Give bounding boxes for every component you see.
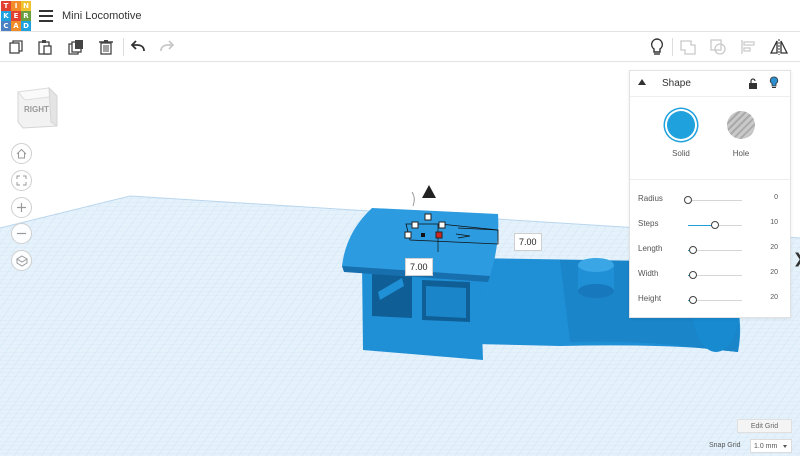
solid-label: Solid <box>672 149 690 158</box>
panel-toggle-icon[interactable]: ❯ <box>793 250 800 267</box>
edit-grid-button[interactable]: Edit Grid <box>737 419 792 433</box>
logo-letter: N <box>21 0 31 11</box>
property-steps-row: Steps 10 <box>630 218 790 232</box>
collapse-icon[interactable] <box>638 79 646 85</box>
chevron-down-icon <box>783 445 787 448</box>
mirror-icon[interactable] <box>769 37 789 57</box>
lock-icon[interactable] <box>748 77 758 95</box>
hole-label: Hole <box>732 149 750 158</box>
zoom-out-icon[interactable] <box>11 223 32 244</box>
property-value[interactable]: 20 <box>770 294 778 301</box>
hole-swatch[interactable] <box>727 111 755 139</box>
solid-option[interactable]: Solid <box>656 111 706 158</box>
snap-grid-label: Snap Grid <box>709 442 741 449</box>
property-label: Length <box>638 244 663 253</box>
shape-panel: Shape Solid Hole Radius 0 Steps 10 Length 20 W… <box>629 70 791 318</box>
toolbar-divider <box>123 38 124 56</box>
delete-icon[interactable] <box>96 37 116 57</box>
slider-track[interactable] <box>688 200 742 201</box>
slider-handle[interactable] <box>689 271 698 279</box>
property-value[interactable]: 0 <box>774 194 778 201</box>
property-width-row: Width 20 <box>630 268 790 282</box>
shape-type-selector: Solid Hole <box>630 111 790 161</box>
toolbar-divider <box>672 38 673 56</box>
property-value[interactable]: 10 <box>770 219 778 226</box>
toolbar <box>0 32 800 62</box>
ungroup-icon[interactable] <box>708 37 728 57</box>
perspective-icon[interactable] <box>11 250 32 271</box>
home-icon[interactable] <box>11 143 32 164</box>
snap-grid-value: 1.0 mm <box>754 442 778 450</box>
title-bar: TINKERCAD Mini Locomotive <box>0 0 800 32</box>
view-cube-face-label: RIGHT <box>24 105 49 114</box>
slider-handle[interactable] <box>689 296 698 304</box>
duplicate-icon[interactable] <box>66 37 86 57</box>
document-title[interactable]: Mini Locomotive <box>62 10 141 22</box>
width-dimension-label[interactable]: 7.00 <box>514 233 542 251</box>
property-height-row: Height 20 <box>630 293 790 307</box>
paste-icon[interactable] <box>35 37 55 57</box>
copy-icon[interactable] <box>6 37 26 57</box>
align-icon[interactable] <box>738 37 758 57</box>
logo-letter: E <box>11 10 21 21</box>
logo-letter: R <box>21 10 31 21</box>
tinkercad-logo[interactable]: TINKERCAD <box>1 0 31 31</box>
logo-letter: D <box>21 20 31 31</box>
hole-option[interactable]: Hole <box>716 111 766 158</box>
property-label: Steps <box>638 219 659 228</box>
slider-handle[interactable] <box>689 246 698 254</box>
view-cube[interactable]: RIGHT <box>15 82 61 130</box>
logo-letter: C <box>1 20 11 31</box>
shape-panel-title: Shape <box>662 78 691 89</box>
property-label: Radius <box>638 194 663 203</box>
length-dimension-label[interactable]: 7.00 <box>405 258 433 276</box>
design-list-icon[interactable] <box>39 9 53 22</box>
panel-divider <box>630 179 790 180</box>
snap-grid-select[interactable]: 1.0 mm <box>750 439 792 453</box>
property-value[interactable]: 20 <box>770 269 778 276</box>
property-label: Width <box>638 269 659 278</box>
redo-icon[interactable] <box>157 37 177 57</box>
property-value[interactable]: 20 <box>770 244 778 251</box>
slider-handle[interactable] <box>711 221 719 229</box>
zoom-in-icon[interactable] <box>11 197 32 218</box>
property-radius-row: Radius 0 <box>630 193 790 207</box>
logo-letter: A <box>11 20 21 31</box>
slider-handle[interactable] <box>684 196 692 204</box>
logo-letter: K <box>1 10 11 21</box>
fit-view-icon[interactable] <box>11 170 32 191</box>
undo-icon[interactable] <box>128 37 148 57</box>
visibility-bulb-icon[interactable] <box>769 76 779 94</box>
lightbulb-icon[interactable] <box>647 37 667 57</box>
logo-letter: I <box>11 0 21 11</box>
shape-panel-header: Shape <box>630 71 790 97</box>
group-icon[interactable] <box>678 37 698 57</box>
property-length-row: Length 20 <box>630 243 790 257</box>
solid-swatch[interactable] <box>667 111 695 139</box>
property-label: Height <box>638 294 662 303</box>
logo-letter: T <box>1 0 11 11</box>
